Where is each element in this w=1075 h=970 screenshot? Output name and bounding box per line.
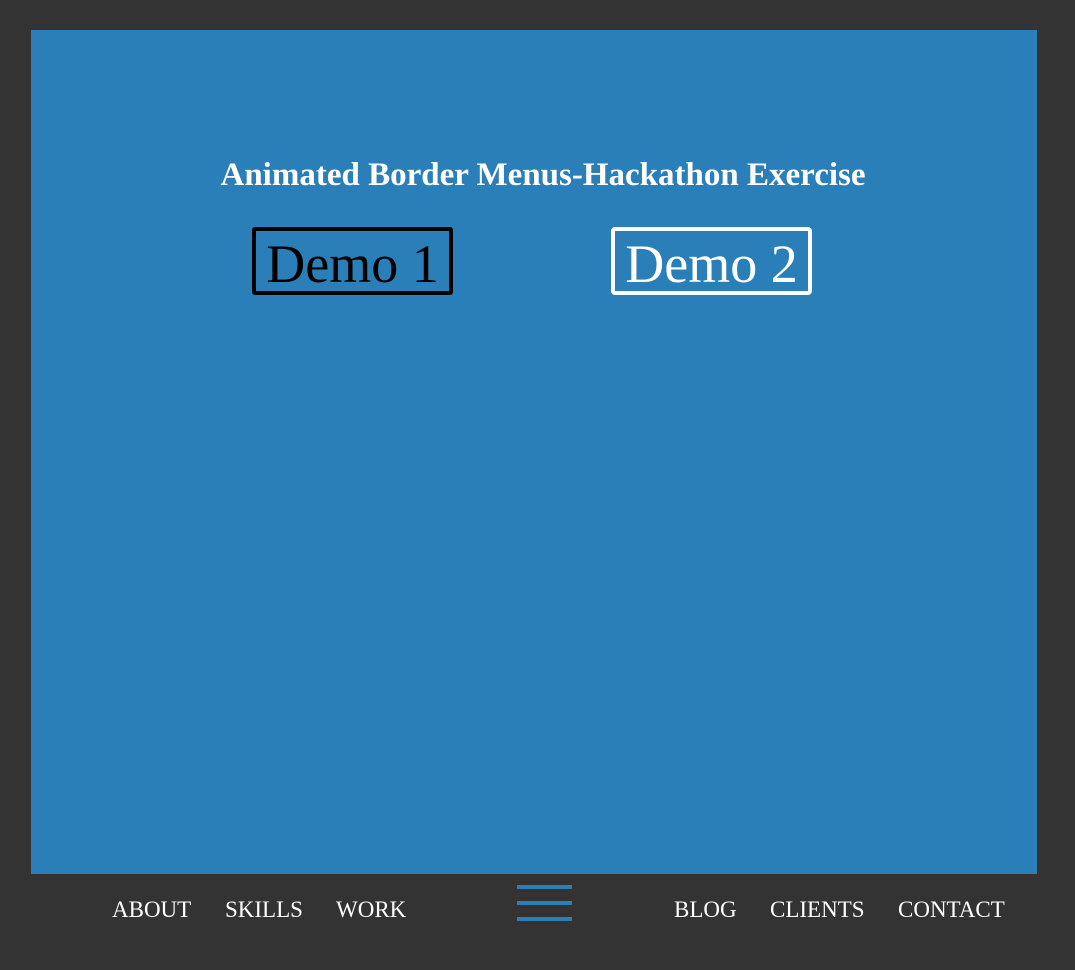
nav-item-skills[interactable]: SKILLS — [225, 896, 303, 924]
page-title: Animated Border Menus-Hackathon Exercise — [220, 157, 866, 193]
menu-bar-bottom — [517, 917, 572, 921]
demo-1-button[interactable]: Demo 1 — [252, 227, 453, 295]
bottom-nav: ABOUT SKILLS WORK BLOG CLIENTS CONTACT — [0, 874, 1075, 970]
nav-item-about[interactable]: ABOUT — [112, 896, 191, 924]
nav-item-clients[interactable]: CLIENTS — [770, 896, 865, 924]
nav-item-work[interactable]: WORK — [336, 896, 406, 924]
menu-bar-top — [517, 885, 572, 889]
menu-bar-middle — [517, 901, 572, 905]
demo-2-button[interactable]: Demo 2 — [611, 227, 812, 295]
nav-item-contact[interactable]: CONTACT — [898, 896, 1005, 924]
nav-item-blog[interactable]: BLOG — [674, 896, 737, 924]
hamburger-menu-icon[interactable] — [517, 885, 572, 922]
